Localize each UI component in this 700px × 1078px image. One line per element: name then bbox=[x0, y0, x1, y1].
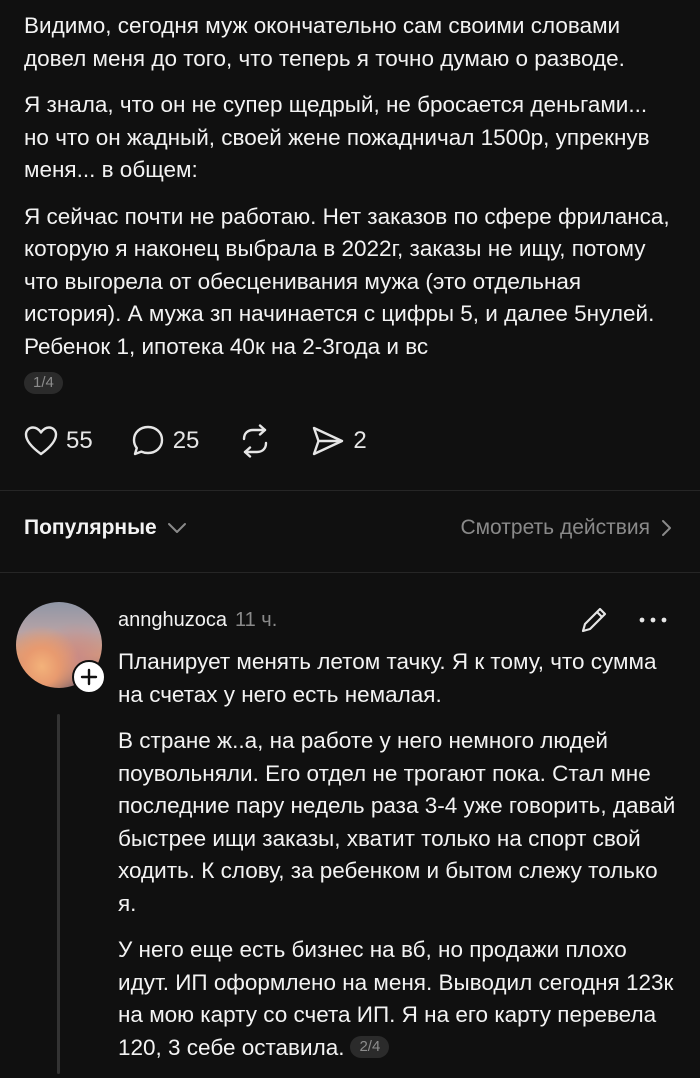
comment-header: annghuzoca 11 ч. bbox=[118, 600, 678, 640]
repost-button[interactable] bbox=[237, 424, 273, 458]
comment-tools bbox=[578, 604, 668, 636]
divider bbox=[0, 572, 700, 573]
like-button[interactable]: 55 bbox=[24, 425, 93, 457]
speech-bubble-icon bbox=[132, 425, 163, 456]
post-page-indicator[interactable]: 1/4 bbox=[24, 372, 63, 394]
comment-paragraph-3: У него еще есть бизнес на вб, но продажи… bbox=[118, 934, 678, 1064]
plus-icon bbox=[80, 668, 98, 686]
post-paragraph-1: Видимо, сегодня муж окончательно сам сво… bbox=[24, 13, 625, 71]
comment-paragraph-2: В стране ж..а, на работе у него немного … bbox=[118, 728, 676, 916]
post: Видимо, сегодня муж окончательно сам сво… bbox=[24, 10, 674, 394]
share-button[interactable]: 2 bbox=[311, 425, 367, 457]
more-dots-icon[interactable] bbox=[638, 615, 668, 625]
share-count: 2 bbox=[353, 427, 367, 454]
chevron-down-icon bbox=[167, 523, 186, 533]
comment-time: 11 ч. bbox=[234, 608, 278, 631]
post-paragraph-3: Я сейчас почти не работаю. Нет заказов п… bbox=[24, 203, 670, 359]
sort-bar: Популярные Смотреть действия bbox=[24, 516, 676, 540]
comment-paragraph-3-text: У него еще есть бизнес на вб, но продажи… bbox=[118, 937, 674, 1060]
comment-paragraph-1: Планирует менять летом тачку. Я к тому, … bbox=[118, 649, 657, 707]
post-paragraph-2: Я знала, что он не супер щедрый, не брос… bbox=[24, 92, 650, 182]
chevron-right-icon bbox=[662, 520, 671, 536]
divider bbox=[0, 490, 700, 491]
view-activity-label: Смотреть действия bbox=[460, 516, 650, 539]
repost-icon bbox=[243, 424, 268, 458]
send-icon bbox=[313, 426, 344, 456]
thread-line bbox=[57, 714, 60, 1074]
comment-username[interactable]: annghuzoca bbox=[118, 609, 227, 632]
heart-icon bbox=[24, 426, 58, 456]
comment-count: 25 bbox=[172, 427, 200, 454]
follow-button[interactable] bbox=[72, 660, 106, 694]
sort-label: Популярные bbox=[24, 516, 157, 539]
sort-dropdown[interactable]: Популярные bbox=[24, 516, 189, 540]
pencil-icon[interactable] bbox=[578, 604, 610, 636]
like-count: 55 bbox=[66, 427, 93, 454]
comment-page-indicator[interactable]: 2/4 bbox=[350, 1035, 390, 1058]
post-actions: 55 25 2 bbox=[24, 424, 405, 458]
comment-button[interactable]: 25 bbox=[131, 424, 200, 458]
view-activity-link[interactable]: Смотреть действия bbox=[460, 516, 676, 540]
comment-body: Планирует менять летом тачку. Я к тому, … bbox=[118, 646, 678, 1078]
